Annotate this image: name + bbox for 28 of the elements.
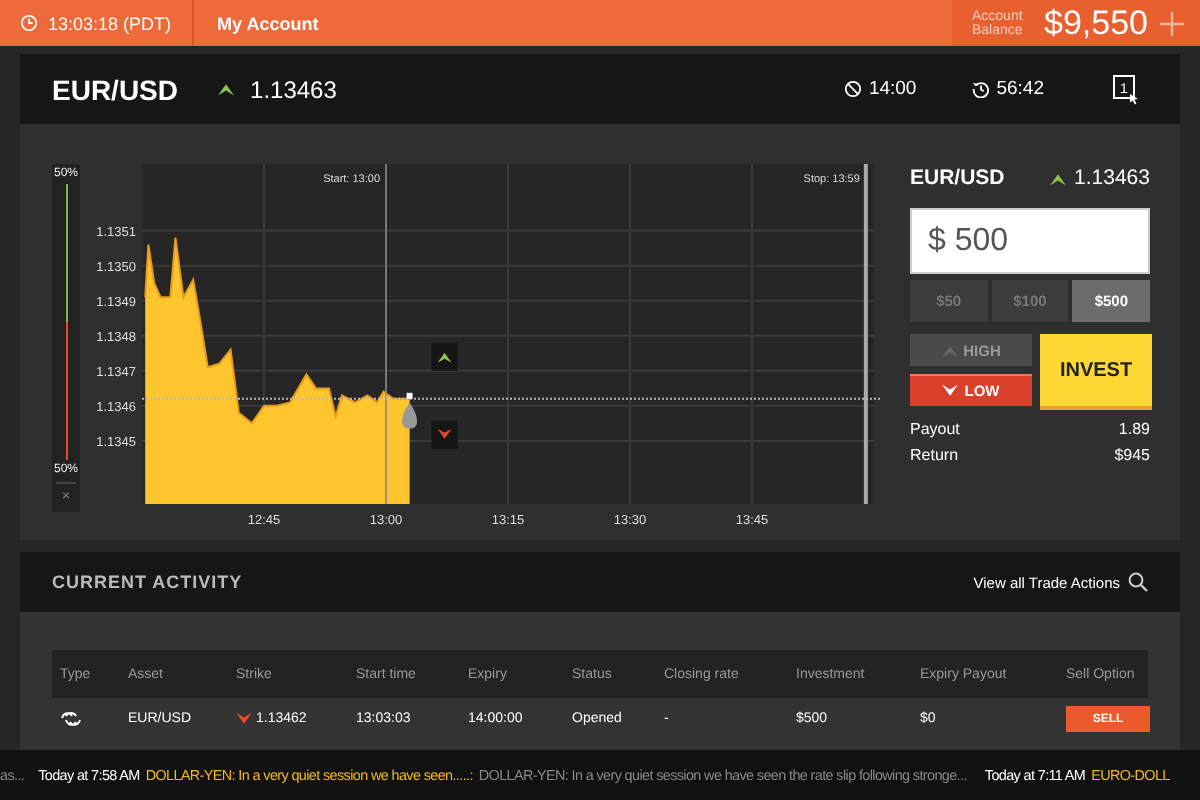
invest-button[interactable]: INVEST [1040, 334, 1152, 410]
stat-label: Payout [910, 420, 960, 438]
down-arrow-icon [942, 384, 959, 398]
clock-icon [20, 14, 38, 32]
stat-label: Return [910, 446, 959, 464]
my-account-link[interactable]: My Account [193, 13, 343, 33]
down-arrow-icon [236, 712, 252, 726]
price-marker-icon [402, 392, 418, 429]
up-arrow-icon [218, 82, 235, 96]
balance-value: $9,550 [1044, 3, 1148, 43]
countdown-time: 56:42 [996, 78, 1044, 100]
expiry-time: 14:00 [868, 78, 917, 100]
stat-value: 1.89 [1118, 420, 1150, 438]
plus-icon[interactable] [1160, 11, 1184, 35]
amount-field[interactable]: $ 500 [910, 208, 1150, 274]
link-icon [60, 710, 82, 728]
stat-value: $945 [1114, 446, 1150, 464]
asset-rate: 1.13463 [250, 75, 337, 103]
blocked-icon [844, 80, 863, 98]
clock-time: 13:03:18 (PDT) [48, 13, 172, 33]
activity-title: CURRENT ACTIVITY [52, 572, 243, 592]
up-arrow-icon [941, 343, 958, 357]
trade-rate: 1.13463 [1074, 166, 1150, 190]
asset-pair: EUR/USD [52, 73, 179, 105]
up-arrow-icon [1050, 171, 1067, 185]
trade-pair: EUR/USD [910, 166, 1005, 190]
search-icon [1128, 572, 1148, 592]
history-icon [972, 80, 991, 98]
